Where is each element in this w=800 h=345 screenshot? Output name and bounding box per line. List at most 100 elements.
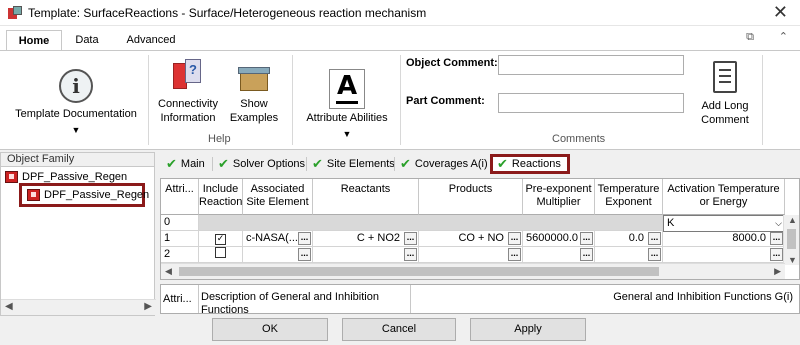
column-header-activation-temperature[interactable]: Activation Temperature or Energy (663, 179, 785, 215)
include-reaction-cell[interactable]: ✓ (199, 231, 243, 247)
column-header-reactants[interactable]: Reactants (313, 179, 419, 215)
check-icon: ✔ (400, 156, 411, 172)
collapse-ribbon-icon[interactable]: ⌃ (779, 30, 788, 43)
tab-main[interactable]: ✔ Main (162, 154, 205, 174)
column-header-associated-site-element[interactable]: Associated Site Element (243, 179, 313, 215)
connectivity-information-button[interactable]: ? Connectivity Information (154, 59, 222, 125)
pre-exponent-cell[interactable]: ... (523, 247, 595, 263)
tab-advanced[interactable]: Advanced (112, 30, 190, 50)
products-value: CO + NO (458, 232, 504, 244)
ellipsis-button[interactable]: ... (580, 248, 593, 261)
dialog-footer: OK Cancel Apply (0, 316, 800, 345)
tab-site-elements[interactable]: ✔ Site Elements (308, 154, 395, 174)
tab-coverages[interactable]: ✔ Coverages A(i) (396, 154, 488, 174)
ellipsis-button[interactable]: ... (298, 232, 311, 245)
activation-cell[interactable]: ... (663, 247, 785, 263)
site-element-cell[interactable]: c-NASA(...... (243, 231, 313, 247)
add-long-comment-label-2: Comment (701, 114, 749, 126)
temperature-exponent-cell[interactable]: 0.0... (595, 231, 663, 247)
tab-solver-options-label: Solver Options (232, 158, 306, 170)
reactions-table: Attri... Include Reaction Associated Sit… (160, 178, 800, 280)
object-family-header: Object Family (1, 153, 154, 167)
ellipsis-button[interactable]: ... (580, 232, 593, 245)
ellipsis-button[interactable]: ... (648, 248, 661, 261)
ellipsis-button[interactable]: ... (404, 248, 417, 261)
column-header-inhibition-functions[interactable]: General and Inhibition Functions G(i) (411, 285, 799, 313)
tab-data[interactable]: Data (62, 30, 112, 50)
ellipsis-button[interactable]: ... (404, 232, 417, 245)
add-long-comment-label-1: Add Long (701, 100, 749, 112)
connectivity-icon: ? (173, 59, 203, 93)
tree-child-node[interactable]: DPF_Passive_Regen (27, 189, 149, 201)
site-element-cell[interactable]: ... (243, 247, 313, 263)
ellipsis-button[interactable]: ... (508, 248, 521, 261)
reactants-cell[interactable]: ... (313, 247, 419, 263)
row-number: 1 (161, 231, 199, 247)
reactants-value: C + NO2 (356, 232, 400, 244)
tab-reactions-label: Reactions (511, 158, 561, 170)
products-cell[interactable]: ... (419, 247, 523, 263)
tab-solver-options[interactable]: ✔ Solver Options (214, 154, 305, 174)
window-title: Template: SurfaceReactions - Surface/Het… (28, 5, 427, 20)
close-icon[interactable]: ✕ (773, 2, 788, 23)
units-row (199, 215, 663, 231)
site-element-value: c-NASA(... (246, 232, 298, 244)
scroll-right-icon[interactable]: ▶ (774, 266, 781, 277)
activation-cell[interactable]: 8000.0... (663, 231, 785, 247)
attribute-abilities-label: Attribute Abilities (306, 112, 388, 124)
column-header-description[interactable]: Description of General and Inhibition Fu… (199, 285, 411, 316)
cancel-button[interactable]: Cancel (342, 318, 456, 341)
column-header-pre-exponent-multiplier[interactable]: Pre-exponent Multiplier (523, 179, 595, 215)
temperature-exponent-cell[interactable]: ... (595, 247, 663, 263)
scroll-left-icon[interactable]: ◀ (165, 266, 172, 277)
template-documentation-button[interactable]: i Template Documentation ▼ (8, 69, 144, 137)
ok-button[interactable]: OK (212, 318, 328, 341)
scroll-right-icon[interactable]: ▶ (144, 301, 152, 312)
scroll-down-icon[interactable]: ▼ (788, 255, 797, 265)
products-cell[interactable]: CO + NO... (419, 231, 523, 247)
activation-value: 8000.0 (732, 232, 766, 244)
object-comment-input[interactable] (498, 55, 684, 75)
part-comment-label: Part Comment: (406, 95, 485, 107)
check-icon: ✔ (166, 156, 177, 172)
scroll-thumb[interactable] (179, 267, 659, 276)
column-header-attribute[interactable]: Attri... (161, 285, 199, 313)
include-reaction-checkbox[interactable] (215, 247, 226, 258)
column-header-temperature-exponent[interactable]: Temperature Exponent (595, 179, 663, 215)
object-family-panel: Object Family DPF_Passive_Regen DPF_Pass… (0, 152, 156, 316)
font-color-a-icon: A (329, 69, 365, 109)
ellipsis-button[interactable]: ... (298, 248, 311, 261)
restore-window-icon[interactable]: ⧉ (746, 31, 754, 44)
scroll-thumb[interactable] (787, 229, 796, 249)
scroll-up-icon[interactable]: ▲ (788, 215, 797, 225)
ellipsis-button[interactable]: ... (770, 232, 783, 245)
ellipsis-button[interactable]: ... (770, 248, 783, 261)
object-icon (27, 189, 40, 201)
ribbon-tab-bar: Home Data Advanced ⧉ ⌃ (0, 26, 800, 50)
apply-button[interactable]: Apply (470, 318, 586, 341)
pre-exponent-cell[interactable]: 5600000.0... (523, 231, 595, 247)
include-reaction-cell[interactable] (199, 247, 243, 263)
part-comment-input[interactable] (498, 93, 684, 113)
tree-child-label: DPF_Passive_Regen (44, 189, 150, 201)
left-horizontal-scrollbar[interactable]: ◀ ▶ (1, 299, 156, 315)
pre-exponent-value: 5600000.0 (526, 232, 578, 244)
column-header-attribute[interactable]: Attri... (161, 179, 199, 215)
grid-vertical-scrollbar[interactable]: ▲ ▼ (783, 215, 799, 265)
ellipsis-button[interactable]: ... (508, 232, 521, 245)
tab-home[interactable]: Home (6, 30, 62, 50)
grid-horizontal-scrollbar[interactable]: ◀ ▶ (161, 263, 785, 279)
attribute-abilities-button[interactable]: A Attribute Abilities ▼ (298, 69, 396, 141)
include-reaction-checkbox[interactable]: ✓ (215, 234, 226, 245)
tab-reactions[interactable]: ✔ Reactions (490, 154, 570, 174)
show-examples-label-1: Show (240, 98, 268, 110)
column-header-include-reaction[interactable]: Include Reaction (199, 179, 243, 215)
add-long-comment-button[interactable]: Add Long Comment (694, 61, 756, 127)
column-header-products[interactable]: Products (419, 179, 523, 215)
tree-root-node[interactable]: DPF_Passive_Regen (5, 171, 127, 183)
reactants-cell[interactable]: C + NO2... (313, 231, 419, 247)
ellipsis-button[interactable]: ... (648, 232, 661, 245)
scroll-left-icon[interactable]: ◀ (5, 301, 13, 312)
activation-unit-select[interactable]: K ⌵ (663, 215, 785, 232)
show-examples-button[interactable]: Show Examples (226, 59, 282, 125)
